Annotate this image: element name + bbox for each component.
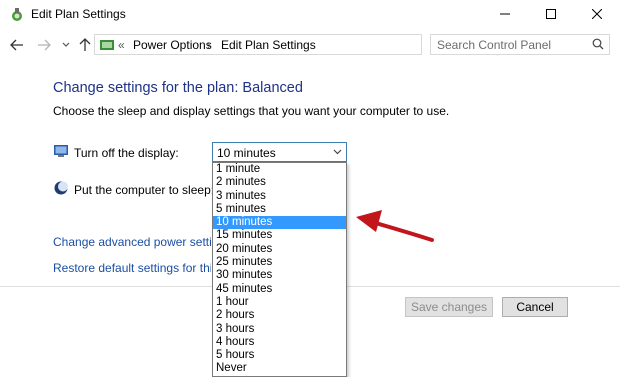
save-changes-button[interactable]: Save changes [405,297,493,317]
breadcrumb-overflow[interactable]: « [118,38,125,52]
title-bar: Edit Plan Settings [0,0,620,30]
maximize-icon [546,8,556,22]
dropdown-option[interactable]: 15 minutes [213,229,346,242]
dropdown-option[interactable]: 1 hour [213,296,346,309]
close-icon [591,8,603,22]
breadcrumb-separator-icon: › [207,38,211,52]
dropdown-option[interactable]: 3 hours [213,323,346,336]
change-advanced-settings-link[interactable]: Change advanced power settings [53,235,211,249]
cancel-button[interactable]: Cancel [502,297,568,317]
search-box[interactable]: Search Control Panel [430,34,610,55]
forward-arrow-icon[interactable] [36,37,52,53]
dropdown-option[interactable]: Never [213,362,346,375]
dropdown-option[interactable]: 3 minutes [213,190,346,203]
dropdown-option[interactable]: 25 minutes [213,256,346,269]
display-timeout-select[interactable]: 10 minutes [212,142,347,162]
search-icon[interactable] [592,38,604,53]
page-title: Change settings for the plan: Balanced [53,80,303,96]
maximize-button[interactable] [528,0,574,30]
close-button[interactable] [574,0,620,30]
dropdown-option[interactable]: 2 minutes [213,176,346,189]
dropdown-option[interactable]: 4 hours [213,336,346,349]
breadcrumb-power-options[interactable]: Power Options [133,38,212,52]
dropdown-option[interactable]: 5 minutes [213,203,346,216]
dropdown-option[interactable]: 30 minutes [213,269,346,282]
page-description: Choose the sleep and display settings th… [53,104,450,118]
dropdown-option[interactable]: 20 minutes [213,243,346,256]
dropdown-option[interactable]: 5 hours [213,349,346,362]
power-options-icon [9,7,25,23]
control-panel-icon [99,37,115,53]
up-arrow-icon[interactable] [77,37,93,53]
sleep-timeout-label: Put the computer to sleep: [74,183,215,197]
address-bar[interactable]: « Power Options › Edit Plan Settings [94,34,513,56]
minimize-icon [500,8,510,22]
sleep-moon-icon [53,180,69,196]
display-timeout-value: 10 minutes [217,146,276,160]
display-timeout-dropdown-list[interactable]: 1 minute 2 minutes 3 minutes 5 minutes 10 mi… [212,162,347,377]
dropdown-option[interactable]: 2 hours [213,309,346,322]
dropdown-option[interactable]: 10 minutes [213,216,346,230]
search-placeholder: Search Control Panel [437,38,552,52]
recent-locations-chevron-icon[interactable] [58,37,74,53]
window-title: Edit Plan Settings [31,7,126,21]
monitor-icon [53,143,69,159]
minimize-button[interactable] [482,0,528,30]
chevron-down-icon [333,146,342,160]
display-timeout-label: Turn off the display: [74,146,179,160]
back-arrow-icon[interactable] [9,37,25,53]
dropdown-option[interactable]: 1 minute [213,163,346,176]
breadcrumb-edit-plan-settings[interactable]: Edit Plan Settings [221,38,316,52]
restore-defaults-link[interactable]: Restore default settings for this plan [53,261,211,275]
dropdown-option[interactable]: 45 minutes [213,283,346,296]
